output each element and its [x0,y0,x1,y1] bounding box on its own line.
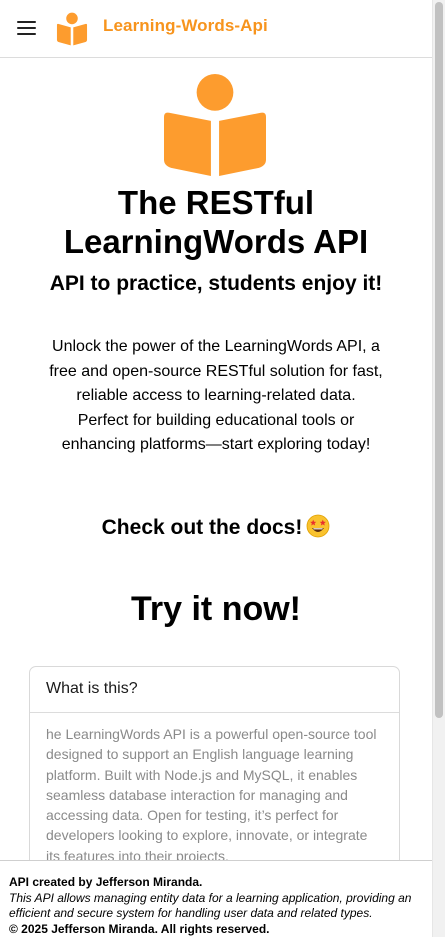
navbar: Learning-Words-Api [0,0,432,58]
footer-description: This API allows managing entity data for… [9,890,412,921]
intro-paragraph: Unlock the power of the LearningWords AP… [49,338,383,405]
docs-link-label[interactable]: Check out the docs! [102,516,303,539]
card-header: What is this? [30,667,399,713]
footer-credit: API created by Jefferson Miranda. [9,875,203,889]
intro-paragraph: Perfect for building educational tools o… [61,411,371,454]
intro-text: Unlock the power of the LearningWords AP… [48,335,384,458]
brand-name-link[interactable]: Learning-Words-Api [103,16,268,36]
scrollbar-thumb[interactable] [435,2,443,718]
card-body: he LearningWords API is a powerful open-… [46,726,377,864]
page-subtitle: API to practice, students enjoy it! [49,272,383,295]
try-it-now-heading: Try it now! [131,590,301,628]
hamburger-menu-icon[interactable] [16,19,38,37]
footer-copyright: © 2025 Jefferson Miranda. All rights res… [9,921,270,936]
book-reader-icon[interactable] [56,12,88,46]
star-struck-emoji-icon [306,514,330,538]
book-reader-icon [164,74,266,176]
app-viewport: Learning-Words-Api The RESTful LearningW… [0,0,445,937]
page-title: The RESTful LearningWords API [63,184,369,260]
page-scrollbar[interactable] [432,0,445,937]
docs-link[interactable]: Check out the docs! [0,514,432,542]
footer: API created by Jefferson Miranda. This A… [0,860,432,937]
